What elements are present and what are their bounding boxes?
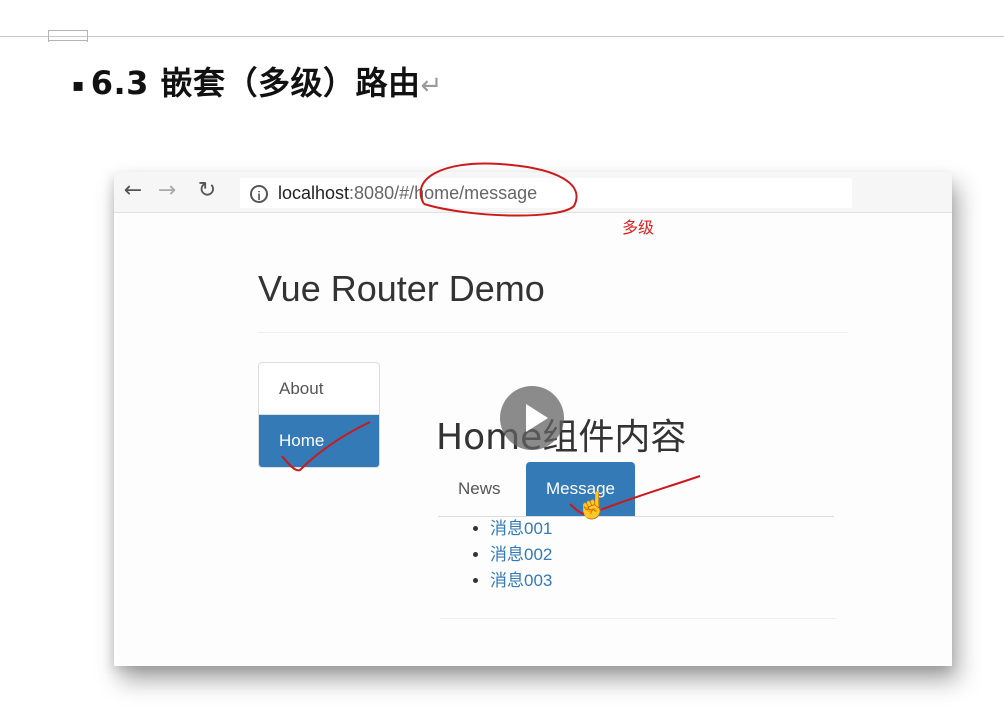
tab-bar: News Message <box>438 462 834 517</box>
play-icon[interactable] <box>500 386 564 450</box>
reload-icon[interactable]: ↻ <box>194 178 220 204</box>
side-nav: About Home <box>258 362 380 468</box>
embedded-browser-screenshot: ← → ↻ i localhost:8080/#/home/message Vue… <box>114 172 952 666</box>
message-link[interactable]: 消息003 <box>490 568 552 594</box>
back-arrow-icon[interactable]: ← <box>120 178 146 204</box>
tab-news[interactable]: News <box>438 462 521 516</box>
url-host: localhost <box>278 183 350 203</box>
message-link[interactable]: 消息002 <box>490 542 552 568</box>
nav-item-about[interactable]: About <box>259 363 379 415</box>
heading-text: 6.3 嵌套（多级）路由 <box>90 64 421 102</box>
header-divider <box>258 332 848 333</box>
message-list: 消息001 消息002 消息003 <box>460 516 552 594</box>
annotation-note: 多级 <box>622 218 655 237</box>
paragraph-mark: ↵ <box>420 71 443 101</box>
browser-toolbar: ← → ↻ i localhost:8080/#/home/message <box>114 172 952 213</box>
app-title: Vue Router Demo <box>258 268 545 309</box>
url-path: :8080/#/home/message <box>349 183 538 203</box>
content-divider <box>440 618 836 619</box>
address-bar[interactable]: i localhost:8080/#/home/message <box>240 178 852 208</box>
hand-cursor-icon: ☝ <box>576 490 609 520</box>
forward-arrow-icon[interactable]: → <box>154 178 180 204</box>
nav-item-home[interactable]: Home <box>259 415 379 467</box>
heading-bullet: ▪ <box>72 74 85 96</box>
message-link[interactable]: 消息001 <box>490 516 552 542</box>
document-heading: ▪ 6.3 嵌套（多级）路由↵ <box>72 58 443 104</box>
info-icon[interactable]: i <box>250 185 268 204</box>
page-corner-mark-line <box>48 40 88 41</box>
page-top-rule <box>0 36 1004 37</box>
